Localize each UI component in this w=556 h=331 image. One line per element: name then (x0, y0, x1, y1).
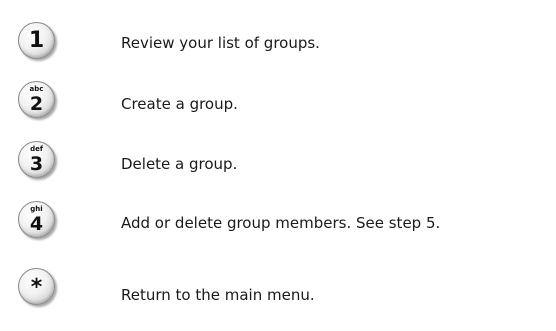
menu-option-text: Return to the main menu. (121, 286, 315, 304)
menu-option-3: def 3 Delete a group. (0, 138, 556, 188)
menu-option-1: 1 Review your list of groups. (0, 18, 556, 68)
menu-option-text: Add or delete group members. See step 5. (121, 214, 441, 232)
phone-menu-options: 1 Review your list of groups. abc 2 Crea… (0, 0, 556, 331)
keypad-1-icon: 1 (18, 22, 55, 59)
menu-option-text: Delete a group. (121, 155, 238, 173)
keypad-4-icon: ghi 4 (18, 201, 55, 238)
key-digit: 1 (28, 28, 45, 53)
keypad-3-icon: def 3 (18, 141, 55, 178)
key-digit: 2 (29, 93, 44, 115)
menu-option-2: abc 2 Create a group. (0, 78, 556, 128)
keypad-star-icon: * (18, 268, 55, 305)
menu-option-text: Review your list of groups. (121, 34, 320, 52)
key-digit: 4 (29, 213, 44, 235)
menu-option-4: ghi 4 Add or delete group members. See s… (0, 198, 556, 248)
keypad-2-icon: abc 2 (18, 81, 55, 118)
menu-option-text: Create a group. (121, 95, 238, 113)
key-letters: abc (29, 85, 44, 93)
key-digit: * (30, 275, 43, 300)
key-digit: 3 (29, 153, 44, 175)
key-letters: def (30, 145, 43, 153)
key-letters: ghi (30, 205, 43, 213)
menu-option-star: * Return to the main menu. (0, 266, 556, 316)
